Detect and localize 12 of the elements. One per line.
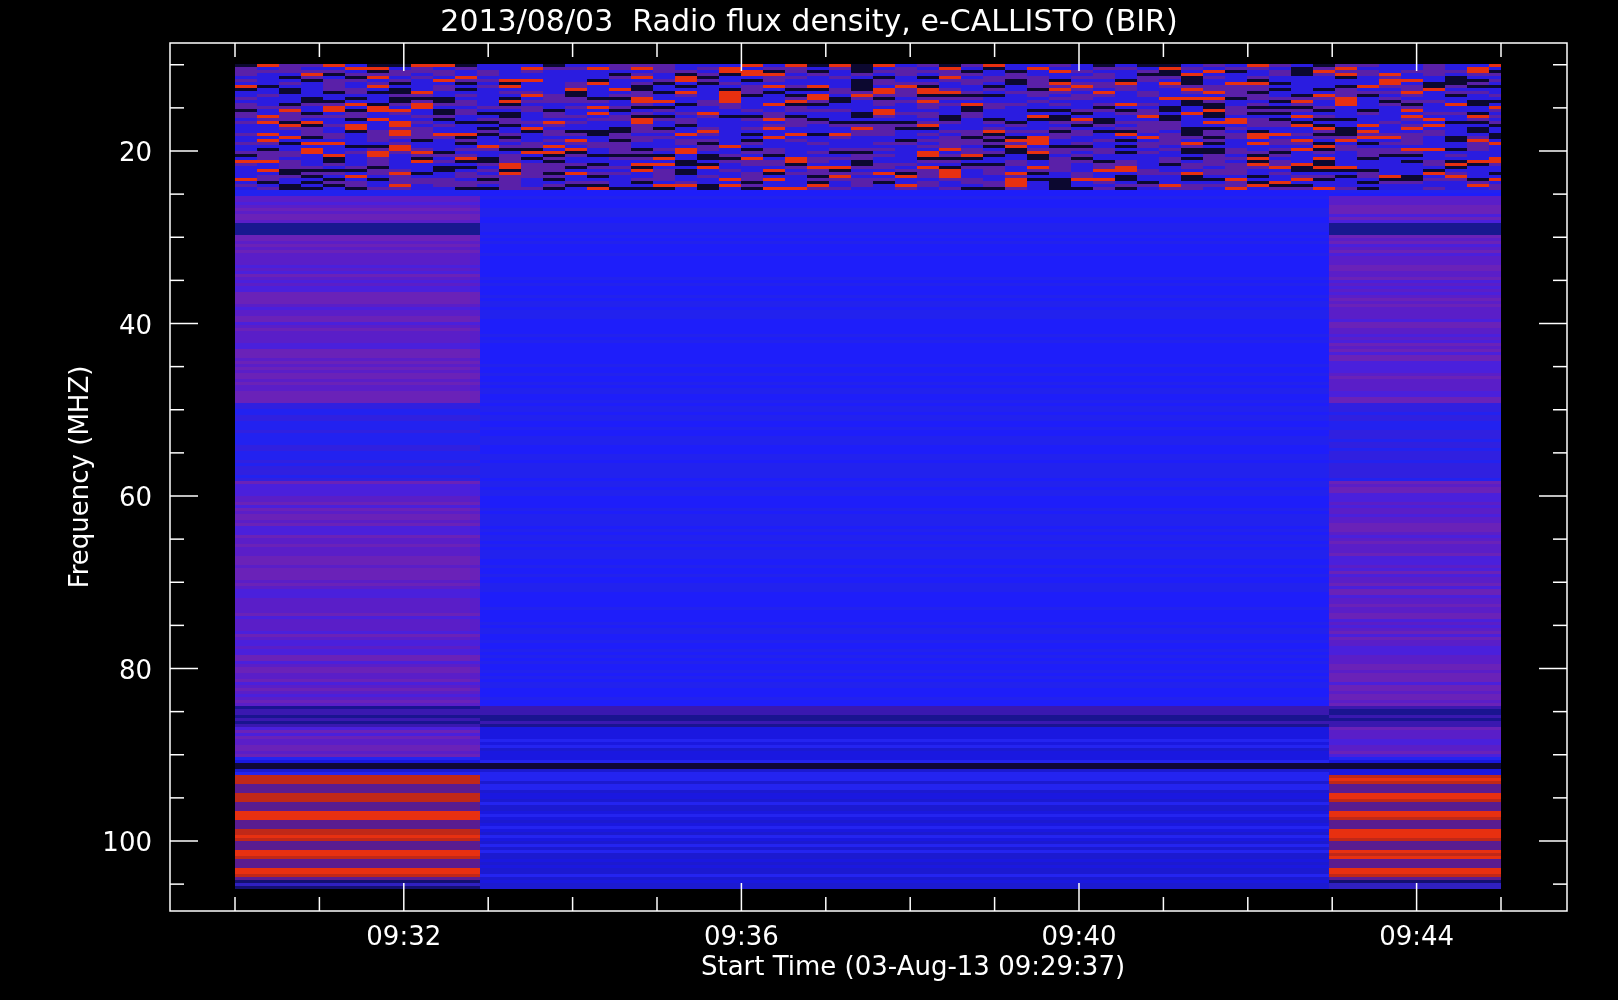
y-tick-label: 60	[118, 482, 152, 512]
y-axis-label: Frequency (MHZ)	[64, 365, 94, 589]
y-tick-label: 20	[118, 137, 152, 167]
x-axis-label: Start Time (03-Aug-13 09:29:37)	[700, 951, 1126, 981]
x-tick-label: 09:36	[703, 921, 779, 951]
chart-title: 2013/08/03 Radio flux density, e-CALLISTO (BIR)	[440, 2, 1178, 38]
x-tick-label: 09:32	[366, 921, 442, 951]
x-tick-label: 09:40	[1041, 921, 1117, 951]
y-tick-label: 100	[102, 827, 152, 857]
y-tick-label: 40	[118, 309, 152, 340]
y-tick-label: 80	[118, 654, 152, 685]
x-tick-label: 09:44	[1379, 921, 1455, 951]
